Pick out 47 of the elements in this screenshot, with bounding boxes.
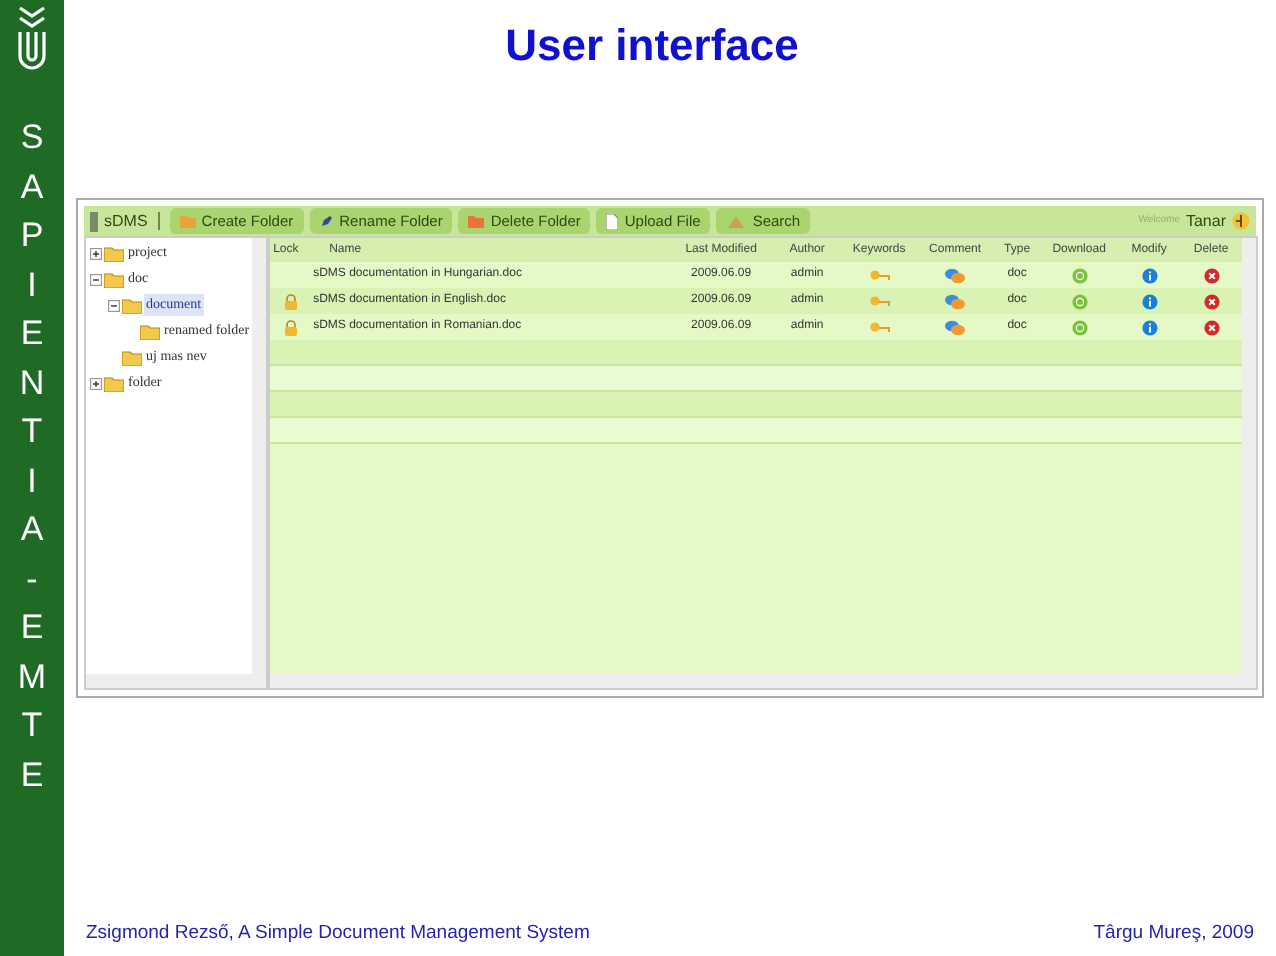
vertical-scrollbar[interactable] [1241, 238, 1256, 674]
vertical-scrollbar[interactable] [251, 238, 266, 674]
vertical-letter: - [26, 557, 38, 601]
footer-place-date: Târgu Mureş, 2009 [1093, 919, 1254, 948]
speech-bubbles-icon[interactable] [944, 293, 967, 309]
vertical-letter: T [21, 704, 43, 748]
folder-icon [468, 214, 485, 228]
speech-bubbles-icon[interactable] [944, 319, 967, 335]
slide-title: User interface [505, 18, 799, 74]
vertical-letter: E [20, 312, 44, 356]
footer-author: Zsigmond Rezső, A Simple Document Management System [86, 919, 590, 948]
delete-icon[interactable] [1203, 293, 1220, 309]
key-icon[interactable] [869, 321, 890, 333]
vertical-letter: N [19, 361, 45, 405]
server-icon [90, 211, 98, 231]
padlock-icon [284, 319, 299, 335]
vertical-letter: T [21, 410, 43, 454]
horizontal-scrollbar[interactable] [86, 674, 266, 688]
vertical-letter: I [27, 459, 37, 503]
brand-label: sDMS [104, 209, 148, 233]
info-icon[interactable] [1141, 293, 1158, 309]
info-icon[interactable] [1141, 319, 1158, 335]
expand-icon[interactable] [90, 247, 102, 259]
vertical-letter: E [20, 753, 44, 797]
vertical-letter: E [20, 606, 44, 650]
vertical-letter: I [27, 263, 37, 307]
horizontal-scrollbar[interactable] [269, 674, 1256, 688]
document-icon [606, 213, 619, 229]
collapse-icon[interactable] [90, 273, 102, 285]
vertical-letter: P [20, 214, 44, 258]
vertical-letter: A [20, 165, 44, 209]
key-icon[interactable] [869, 269, 890, 281]
logout-icon[interactable] [1232, 212, 1250, 230]
padlock-icon [284, 293, 299, 309]
info-icon[interactable] [1141, 267, 1158, 283]
vertical-letter: A [20, 508, 44, 552]
delete-icon[interactable] [1203, 267, 1220, 283]
delete-icon[interactable] [1203, 319, 1220, 335]
expand-icon[interactable] [90, 377, 102, 389]
collapse-icon[interactable] [108, 299, 120, 311]
speech-bubbles-icon[interactable] [944, 267, 967, 283]
vertical-letter: M [17, 655, 47, 699]
user-name: Tanar [1185, 209, 1226, 233]
key-icon[interactable] [869, 295, 890, 307]
folder-icon [179, 214, 196, 228]
pencil-icon [319, 214, 334, 228]
vertical-letter: S [20, 116, 44, 160]
